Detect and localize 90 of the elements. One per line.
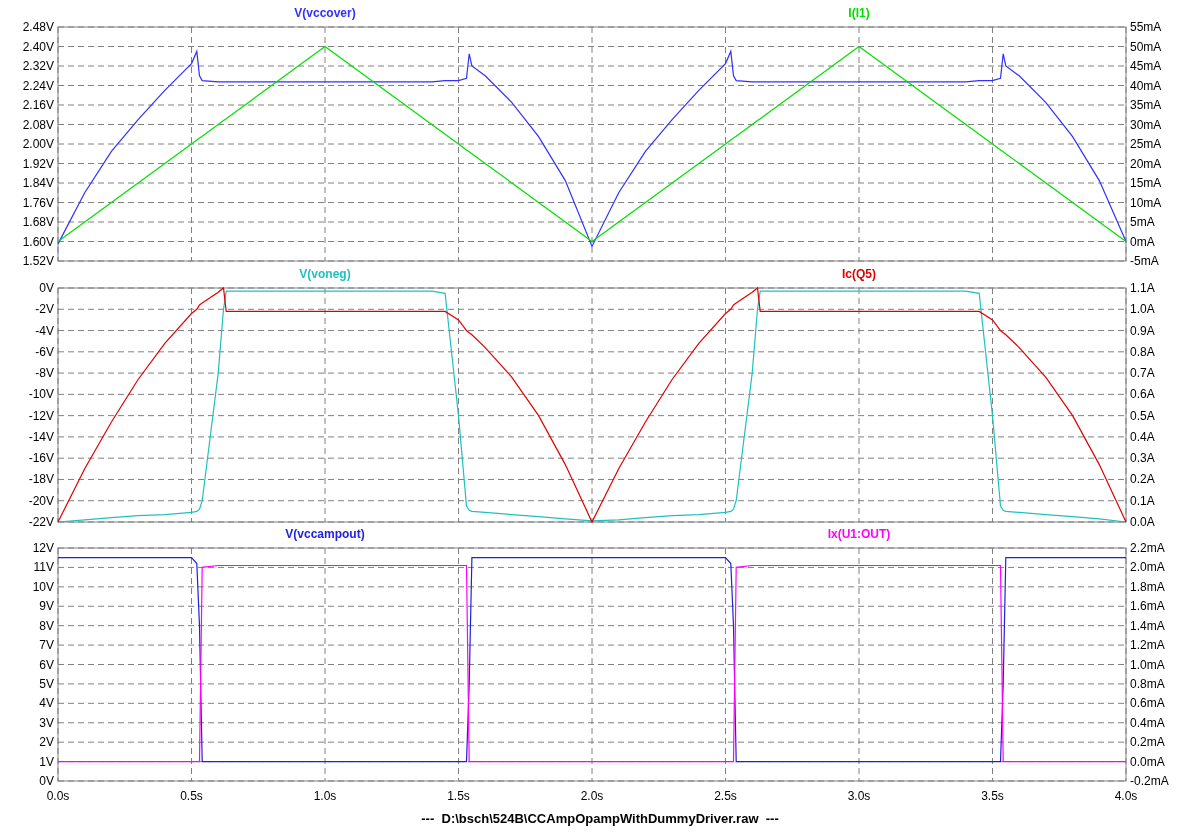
y-axis-label: 5mA [1130, 215, 1155, 229]
y-axis-label: 2.00V [22, 137, 54, 151]
y-axis-label: 10V [32, 579, 54, 594]
y-axis-label: 8V [39, 618, 54, 633]
y-axis-label: 30mA [1130, 117, 1162, 132]
y-axis-label: -16V [28, 451, 54, 466]
y-axis-label: 0.8A [1130, 344, 1155, 359]
y-axis-label: 1.76V [22, 195, 54, 210]
y-axis-label: 0.9A [1130, 323, 1155, 338]
y-axis-label: 0.1A [1130, 493, 1155, 508]
y-axis-label: -22V [28, 515, 54, 528]
y-axis-label: -0.2mA [1130, 774, 1169, 788]
y-axis-label: 2.48V [22, 20, 54, 34]
y-axis-label: 5V [39, 676, 54, 691]
y-axis-label: -8V [35, 366, 54, 381]
y-axis-label: 0.4mA [1130, 715, 1165, 730]
x-axis-label: 2.5s [714, 789, 737, 803]
y-axis-label: 0.2A [1130, 472, 1155, 487]
x-axis-label: 3.5s [981, 789, 1004, 803]
y-axis-label: 55mA [1130, 20, 1162, 34]
y-axis-label: -5mA [1130, 254, 1159, 266]
y-axis-label: 0.6A [1130, 387, 1155, 402]
y-axis-label: 1.1A [1130, 281, 1155, 295]
y-axis-label: 11V [33, 560, 54, 575]
y-axis-label: 15mA [1130, 176, 1162, 190]
y-axis-label: 1.0mA [1130, 657, 1165, 672]
y-axis-label: 20mA [1130, 156, 1162, 171]
trace-name[interactable]: Ix(U1:OUT) [827, 528, 891, 541]
y-axis-label: 1.6mA [1130, 599, 1165, 614]
y-axis-label: 0mA [1130, 234, 1155, 249]
y-axis-label: -6V [35, 344, 54, 359]
trace-name[interactable]: V(vccampout) [285, 528, 365, 541]
y-axis-label: 45mA [1130, 59, 1162, 73]
y-axis-label: 4V [39, 696, 54, 711]
x-axis-label: 2.0s [580, 789, 604, 803]
y-axis-label: 2.2mA [1130, 541, 1165, 555]
y-axis-label: 2.32V [22, 59, 54, 73]
y-axis-label: 50mA [1130, 39, 1162, 54]
y-axis-label: -10V [28, 387, 54, 402]
trace-name[interactable]: Ic(Q5) [842, 267, 876, 281]
x-axis-label: 0.0s [46, 789, 70, 803]
y-axis-label: 0.0A [1130, 515, 1155, 528]
y-axis-label: 2.08V [22, 117, 54, 132]
y-axis-label: 2.16V [22, 98, 54, 112]
y-axis-label: 1.84V [22, 176, 54, 190]
y-axis-label: -20V [28, 493, 54, 508]
y-axis-label: 0.6mA [1130, 696, 1165, 711]
y-axis-label: 0.2mA [1130, 735, 1165, 750]
y-axis-label: 25mA [1130, 137, 1162, 151]
y-axis-label: 0.0mA [1130, 754, 1165, 769]
y-axis-label: -2V [35, 302, 54, 317]
y-axis-label: -12V [28, 408, 54, 423]
y-axis-label: -14V [28, 429, 54, 444]
y-axis-label: 2V [39, 735, 54, 750]
y-axis-label: 1.0A [1130, 302, 1155, 317]
y-axis-label: 2.0mA [1130, 560, 1165, 575]
y-axis-label: 10mA [1130, 195, 1162, 210]
y-axis-label: 1V [39, 754, 54, 769]
y-axis-label: 6V [39, 657, 54, 672]
y-axis-label: 1.60V [22, 234, 54, 249]
x-axis-label: 1.5s [447, 789, 470, 803]
y-axis-label: -18V [28, 472, 54, 487]
y-axis-label: 0V [39, 774, 54, 788]
y-axis-label: 2.40V [22, 39, 54, 54]
file-path-label: --- D:\bsch\524B\CCAmpOpampWithDummyDriver.raw --- [421, 811, 779, 826]
y-axis-label: 40mA [1130, 78, 1162, 93]
y-axis-label: 0.3A [1130, 451, 1155, 466]
x-axis-label: 3.0s [847, 789, 871, 803]
x-axis-label: 4.0s [1114, 789, 1138, 803]
y-axis-label: 3V [39, 715, 54, 730]
y-axis-label: 1.52V [22, 254, 54, 266]
y-axis-label: 9V [39, 599, 54, 614]
x-axis-label: 1.0s [313, 789, 337, 803]
y-axis-label: 1.92V [22, 156, 54, 171]
y-axis-label: 0.7A [1130, 366, 1155, 381]
y-axis-label: 1.2mA [1130, 638, 1165, 653]
trace-name[interactable]: V(vccover) [294, 6, 356, 20]
y-axis-label: 2.24V [22, 78, 54, 93]
y-axis-label: 1.68V [22, 215, 54, 229]
y-axis-label: 0.8mA [1130, 676, 1165, 691]
y-axis-label: 35mA [1130, 98, 1162, 112]
y-axis-label: 0.5A [1130, 408, 1155, 423]
y-axis-label: 12V [32, 541, 54, 555]
y-axis-label: 7V [39, 638, 54, 653]
x-axis-label: 0.5s [180, 789, 203, 803]
y-axis-label: 1.4mA [1130, 618, 1165, 633]
y-axis-label: 1.8mA [1130, 579, 1165, 594]
y-axis-label: -4V [35, 323, 54, 338]
y-axis-label: 0.4A [1130, 429, 1155, 444]
y-axis-label: 0V [39, 281, 54, 295]
